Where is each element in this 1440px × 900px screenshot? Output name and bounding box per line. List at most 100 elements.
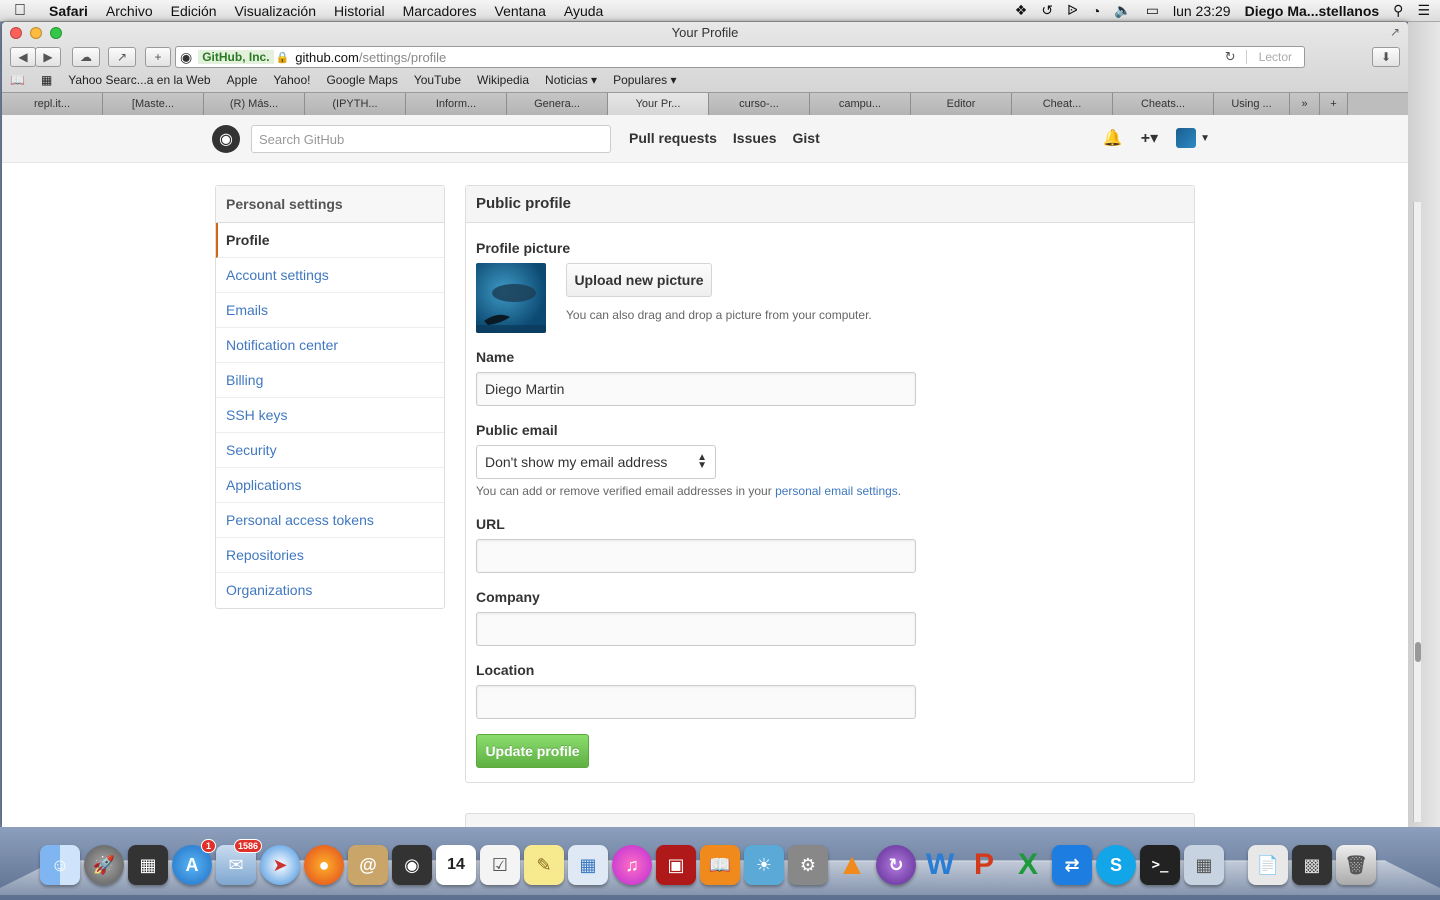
sidebar-item-organizations[interactable]: Organizations [216,573,444,608]
browser-tab[interactable]: Editor [911,93,1012,115]
browser-tab[interactable]: Using ... [1214,93,1290,115]
photos-folder-icon[interactable]: ▦ [1184,845,1224,885]
itunes-icon[interactable]: ♫ [612,845,652,885]
sidebar-item-billing[interactable]: Billing [216,363,444,398]
menu-visualizacion[interactable]: Visualización [226,3,325,19]
upload-new-picture-button[interactable]: Upload new picture [566,263,712,297]
sidebar-item-personal-access-tokens[interactable]: Personal access tokens [216,503,444,538]
sidebar-item-account-settings[interactable]: Account settings [216,258,444,293]
documents-stack-icon[interactable]: 📄 [1248,845,1288,885]
bookmark-item[interactable]: YouTube [406,73,469,87]
firefox-icon[interactable]: ● [304,845,344,885]
notifications-bell-icon[interactable]: 🔔 [1103,128,1123,148]
sidebar-item-security[interactable]: Security [216,433,444,468]
browser-tab[interactable]: (IPYTH... [305,93,406,115]
menu-ventana[interactable]: Ventana [486,3,555,19]
location-input[interactable] [476,685,916,719]
teamviewer-icon[interactable]: ⇄ [1052,845,1092,885]
share-button[interactable]: ↗ [108,47,136,67]
powerpoint-icon[interactable]: P [964,845,1004,885]
back-button[interactable]: ◀ [10,47,36,67]
app-store-icon[interactable]: A 1 [172,839,216,885]
downloads-stack-icon[interactable]: ▩ [1292,845,1332,885]
notes-icon[interactable]: ✎ [524,845,564,885]
sidebar-item-repositories[interactable]: Repositories [216,538,444,573]
skype-icon[interactable]: S [1096,845,1136,885]
name-input[interactable] [476,372,916,406]
menu-user-name[interactable]: Diego Ma...stellanos [1245,3,1380,19]
icloud-tabs-button[interactable]: ☁ [72,47,100,67]
reader-button[interactable]: Lector [1245,50,1304,64]
sidebar-item-profile[interactable]: Profile [216,223,444,258]
calendar-icon[interactable]: 14 [436,845,476,885]
system-preferences-icon[interactable]: ⚙ [788,845,828,885]
ibooks-icon[interactable]: 📖 [700,845,740,885]
browser-tab[interactable]: (R) Más... [204,93,305,115]
nav-gist[interactable]: Gist [793,130,820,146]
github-octocat-icon[interactable]: ◉ [212,125,240,153]
menu-ayuda[interactable]: Ayuda [555,3,612,19]
browser-tab[interactable]: Cheats... [1113,93,1214,115]
word-icon[interactable]: W [920,845,960,885]
forward-button[interactable]: ▶ [35,47,61,67]
sidebar-item-applications[interactable]: Applications [216,468,444,503]
apple-menu-icon[interactable]:  [0,2,40,20]
browser-tab[interactable]: campu... [810,93,911,115]
wifi-icon[interactable]: ◔ [1092,3,1100,19]
fullscreen-icon[interactable]: ↗ [1390,25,1400,39]
vlc-icon[interactable]: ▲ [832,845,872,885]
nav-pull-requests[interactable]: Pull requests [629,130,717,146]
menu-edicion[interactable]: Edición [162,3,226,19]
company-input[interactable] [476,612,916,646]
terminal-icon[interactable]: >_ [1140,845,1180,885]
browser-tab[interactable]: curso-... [709,93,810,115]
downloads-button[interactable]: ⬇ [1372,47,1400,67]
trash-icon[interactable]: 🗑 [1336,845,1376,885]
mail-icon[interactable]: ✉ 1586 [216,839,262,885]
preview-icon[interactable]: ▦ [568,845,608,885]
launchpad-icon[interactable]: 🚀 [84,845,124,885]
bookmark-folder[interactable]: Populares ▾ [605,73,684,87]
safari-icon[interactable]: ➤ [260,845,300,885]
bookmark-item[interactable]: Yahoo Searc...a en la Web [60,73,218,87]
photo-booth-icon[interactable]: ▣ [656,845,696,885]
battery-icon[interactable]: ▭ [1146,2,1159,19]
scrollbar-track[interactable] [1413,202,1421,822]
github-search-input[interactable] [251,125,611,153]
iphoto-icon[interactable]: ☀ [744,845,784,885]
browser-tab[interactable]: Cheat... [1012,93,1113,115]
new-tab-button[interactable]: + [145,47,171,67]
bookmark-item[interactable]: Wikipedia [469,73,537,87]
finder-icon[interactable]: ☺ [40,845,80,885]
excel-icon[interactable]: X [1008,845,1048,885]
reading-list-icon[interactable]: 📖 [2,73,33,87]
torrent-icon[interactable]: ↻ [876,845,916,885]
url-input[interactable] [476,539,916,573]
dropbox-icon[interactable]: ❖ [1015,2,1028,19]
ev-certificate-badge[interactable]: GitHub, Inc. [198,50,274,64]
add-tab-icon[interactable]: + [1320,93,1348,115]
contacts-icon[interactable]: @ [348,845,388,885]
volume-icon[interactable]: 🔈 [1114,2,1131,19]
create-new-dropdown[interactable]: +▾ [1141,128,1158,148]
browser-tab[interactable]: [Maste... [103,93,204,115]
menu-archivo[interactable]: Archivo [97,3,162,19]
nav-issues[interactable]: Issues [733,130,777,146]
browser-tab[interactable]: repl.it... [2,93,103,115]
reminders-icon[interactable]: ☑ [480,845,520,885]
facetime-icon[interactable]: ◉ [392,845,432,885]
spotlight-icon[interactable]: ⚲ [1393,2,1403,19]
mission-control-icon[interactable]: ▦ [128,845,168,885]
sidebar-item-notification-center[interactable]: Notification center [216,328,444,363]
more-tabs-icon[interactable]: » [1290,93,1320,115]
scrollbar-thumb[interactable] [1415,642,1421,662]
bookmark-item[interactable]: Google Maps [318,73,405,87]
menu-historial[interactable]: Historial [325,3,394,19]
public-email-select[interactable]: Don't show my email address ▲ ▼ [476,445,716,479]
time-machine-icon[interactable]: ↺ [1041,2,1053,19]
menu-app-name[interactable]: Safari [40,3,97,19]
address-bar[interactable]: ◉ GitHub, Inc. 🔒 github.com /settings/pr… [175,46,1305,68]
sidebar-item-emails[interactable]: Emails [216,293,444,328]
update-profile-button[interactable]: Update profile [476,734,589,768]
personal-email-settings-link[interactable]: personal email settings [775,484,898,498]
